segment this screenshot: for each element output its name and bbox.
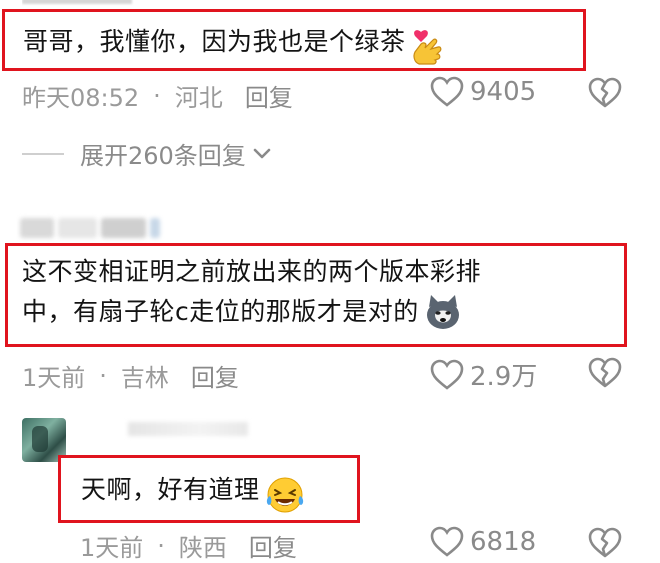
heart-icon	[430, 76, 464, 107]
heart-icon	[430, 526, 464, 557]
comment-2-like-count: 2.9万	[470, 362, 538, 392]
comment-3-like-count: 6818	[470, 527, 537, 557]
comment-2-time: 1天前	[22, 364, 86, 392]
comment-3-dislike-button[interactable]	[588, 527, 622, 563]
comment-2-like-button[interactable]: 2.9万	[430, 356, 537, 393]
clipped-username	[22, 0, 162, 6]
comment-3-meta: 1天前 · 陕西 回复	[80, 528, 297, 563]
comment-3-reply-button[interactable]: 回复	[249, 528, 297, 563]
broken-heart-icon	[588, 357, 622, 388]
comment-1-highlight-box: 哥哥，我懂你，因为我也是个绿茶	[2, 9, 586, 71]
comment-2-highlight-box: 这不变相证明之前放出来的两个版本彩排 中，有扇子轮c走位的那版才是对的	[5, 243, 627, 347]
expand-divider-line	[22, 152, 64, 155]
comment-1-reply-button[interactable]: 回复	[245, 78, 293, 113]
comment-1-like-count: 9405	[470, 77, 537, 107]
comment-3-location: 陕西	[178, 534, 227, 562]
comment-1-location: 河北	[174, 84, 223, 112]
laughing-tears-emoji	[266, 477, 303, 512]
comment-3-text: 天啊，好有道理	[81, 475, 260, 504]
comment-2-username-blurred	[20, 218, 160, 240]
chevron-down-icon	[253, 148, 271, 158]
comment-1-like-button[interactable]: 9405	[430, 76, 536, 108]
comment-3-username-blurred	[128, 422, 248, 436]
comment-3-highlight-box: 天啊，好有道理	[58, 455, 360, 523]
finger-heart-emoji	[413, 29, 442, 65]
comment-2-meta: 1天前 · 吉林 回复	[22, 358, 239, 393]
comment-2-dislike-button[interactable]	[588, 357, 622, 393]
husky-dog-emoji	[426, 295, 459, 329]
comment-3-like-button[interactable]: 6818	[430, 526, 536, 558]
comment-1-meta: 昨天08:52 · 河北 回复	[22, 78, 293, 113]
separator-dot: ·	[157, 531, 165, 560]
comment-2-reply-button[interactable]: 回复	[191, 358, 239, 393]
expand-replies-label: 展开260条回复	[80, 142, 246, 170]
comment-3-time: 1天前	[80, 534, 144, 562]
comment-2-location: 吉林	[120, 364, 169, 392]
expand-replies-button[interactable]: 展开260条回复	[22, 136, 272, 171]
separator-dot: ·	[153, 81, 161, 110]
comment-1-text: 哥哥，我懂你，因为我也是个绿茶	[23, 27, 406, 56]
heart-icon	[430, 359, 464, 390]
broken-heart-icon	[588, 527, 622, 558]
comment-2-text-line1: 这不变相证明之前放出来的两个版本彩排	[22, 257, 482, 286]
comment-1-dislike-button[interactable]	[588, 77, 622, 113]
broken-heart-icon	[588, 77, 622, 108]
comment-1-time: 昨天08:52	[22, 84, 140, 112]
comment-2-text-line2: 中，有扇子轮c走位的那版才是对的	[22, 297, 419, 326]
separator-dot: ·	[99, 361, 107, 390]
